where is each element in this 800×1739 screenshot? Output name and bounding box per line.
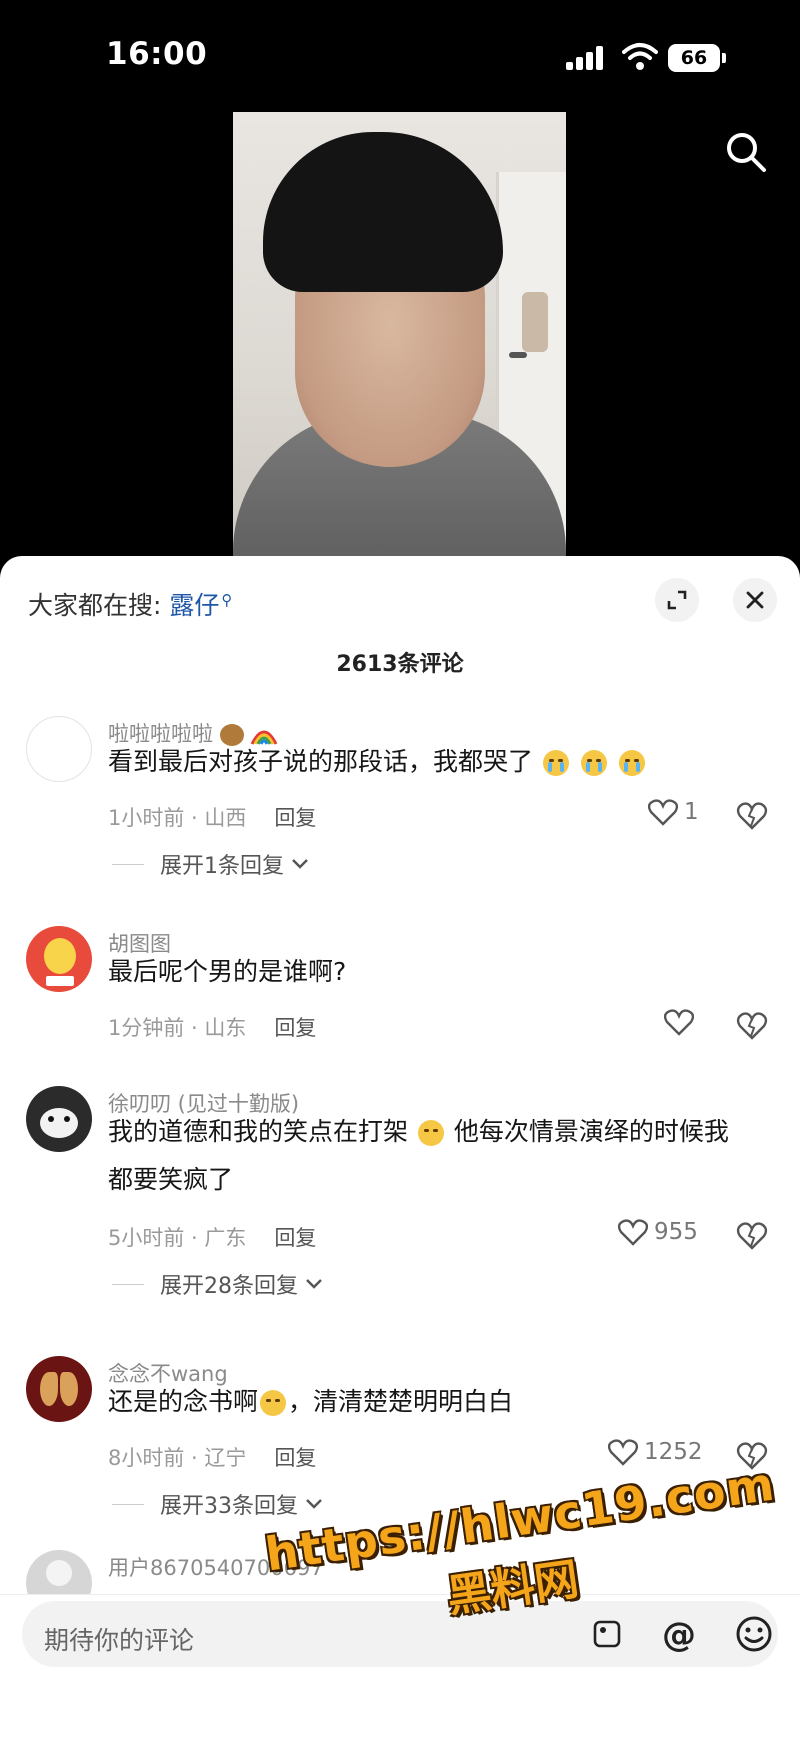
like-count: 1252 bbox=[644, 1439, 703, 1465]
chevron-down-icon bbox=[306, 1499, 322, 1509]
chevron-down-icon bbox=[306, 1279, 322, 1289]
comment-meta: 5小时前 · 广东 回复 bbox=[108, 1226, 317, 1250]
hot-search-bar[interactable]: 大家都在搜: 露仔 ⚲ bbox=[28, 586, 232, 622]
comment-text: 看到最后对孩子说的那段话，我都哭了 bbox=[108, 738, 768, 786]
emoji-icon[interactable] bbox=[734, 1614, 774, 1654]
expand-replies-button[interactable]: 展开28条回复 bbox=[112, 1268, 324, 1300]
dislike-icon[interactable] bbox=[736, 800, 768, 830]
cellular-signal-icon bbox=[566, 46, 606, 70]
wifi-icon bbox=[622, 43, 658, 70]
comment-meta: 1小时前 · 山西 回复 bbox=[108, 806, 317, 830]
like-button[interactable] bbox=[664, 1008, 694, 1036]
crying-emoji-icon bbox=[618, 750, 645, 776]
video-player[interactable] bbox=[0, 110, 800, 560]
heart-icon bbox=[608, 1439, 638, 1466]
comment-text: 最后呢个男的是谁啊? bbox=[108, 957, 347, 986]
search-icon[interactable] bbox=[724, 130, 768, 174]
like-button[interactable]: 1 bbox=[648, 798, 699, 826]
comment-text: 还是的念书啊 ，清清楚楚明明白白 bbox=[108, 1387, 514, 1416]
video-frame[interactable] bbox=[233, 112, 566, 560]
avatar[interactable] bbox=[26, 1356, 92, 1422]
close-sheet-button[interactable] bbox=[733, 578, 777, 622]
like-count: 955 bbox=[654, 1219, 698, 1245]
like-button[interactable]: 955 bbox=[618, 1218, 698, 1246]
expand-replies-button[interactable]: 展开1条回复 bbox=[112, 848, 310, 880]
status-time: 16:00 bbox=[106, 36, 208, 72]
crying-emoji-icon bbox=[580, 750, 607, 776]
comment-input-placeholder: 期待你的评论 bbox=[44, 1626, 195, 1655]
close-icon bbox=[746, 591, 764, 609]
video-person-hair bbox=[263, 132, 503, 292]
reply-button[interactable]: 回复 bbox=[274, 1446, 316, 1470]
expand-sheet-button[interactable] bbox=[655, 578, 699, 622]
reply-button[interactable]: 回复 bbox=[274, 806, 316, 830]
expand-replies-button[interactable]: 展开33条回复 bbox=[112, 1488, 324, 1520]
comment-meta: 8小时前 · 辽宁 回复 bbox=[108, 1446, 317, 1470]
search-small-icon: ⚲ bbox=[221, 590, 233, 609]
heart-icon bbox=[648, 799, 678, 826]
avatar[interactable] bbox=[26, 1086, 92, 1152]
fearful-emoji-icon bbox=[417, 1120, 444, 1146]
reply-button[interactable]: 回复 bbox=[274, 1016, 316, 1040]
comment-text: 我的道德和我的笑点在打架 他每次情景演绎的时候我 都要笑疯了 bbox=[108, 1117, 729, 1194]
avatar[interactable] bbox=[26, 926, 92, 992]
comment-count: 2613条评论 bbox=[336, 652, 464, 677]
chevron-down-icon bbox=[292, 859, 308, 869]
status-bar: 16:00 66 bbox=[0, 0, 800, 110]
hot-search-keyword[interactable]: 露仔 bbox=[169, 591, 219, 620]
avatar[interactable] bbox=[26, 716, 92, 782]
heart-icon bbox=[664, 1009, 694, 1036]
comment-meta: 1分钟前 · 山东 回复 bbox=[108, 1016, 317, 1040]
like-count: 1 bbox=[684, 799, 699, 825]
hot-search-prefix: 大家都在搜: bbox=[28, 591, 162, 620]
heart-icon bbox=[618, 1219, 648, 1246]
reply-button[interactable]: 回复 bbox=[274, 1226, 316, 1250]
dislike-icon[interactable] bbox=[736, 1220, 768, 1250]
shocked-emoji-icon bbox=[260, 1390, 287, 1416]
crying-emoji-icon bbox=[542, 750, 569, 776]
expand-icon bbox=[667, 590, 687, 610]
like-button[interactable]: 1252 bbox=[608, 1438, 703, 1466]
battery-indicator: 66 bbox=[668, 44, 726, 72]
dislike-icon[interactable] bbox=[736, 1010, 768, 1040]
